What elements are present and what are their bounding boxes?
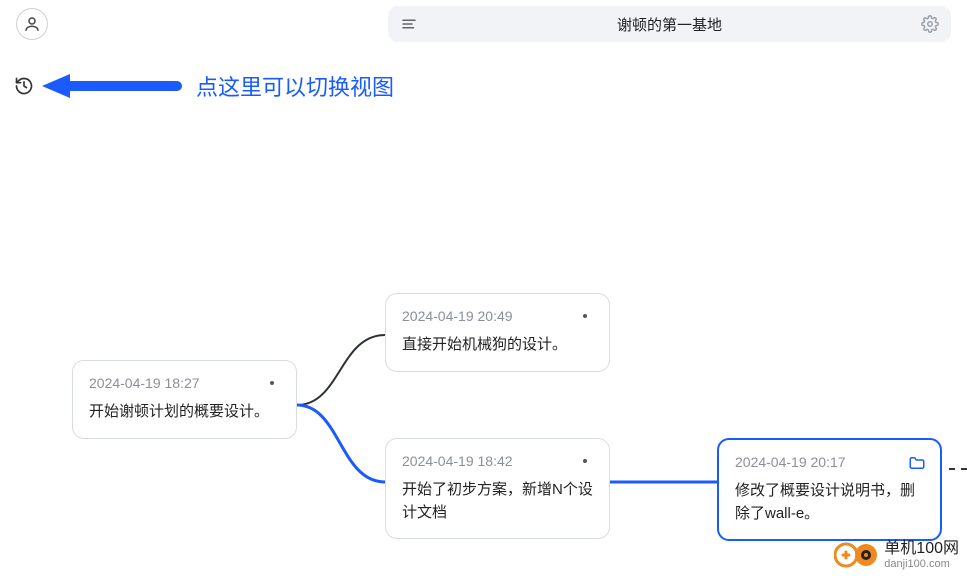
node-content: 开始了初步方案，新增N个设计文档: [402, 479, 593, 524]
folder-icon: [908, 454, 926, 472]
list-icon: [400, 15, 418, 33]
hint-text: 点这里可以切换视图: [196, 70, 394, 102]
node-content: 开始谢顿计划的概要设计。: [89, 401, 280, 424]
continuation-indicator: [949, 468, 967, 470]
history-icon: [14, 76, 34, 96]
person-icon: [23, 15, 41, 33]
watermark-logo-icon: [834, 541, 878, 569]
node-content: 修改了概要设计说明书，删除了wall-e。: [735, 480, 924, 525]
avatar-button[interactable]: [16, 8, 48, 40]
node-menu-dot[interactable]: [583, 459, 587, 463]
timeline-node-selected[interactable]: 2024-04-19 20:17 修改了概要设计说明书，删除了wall-e。: [717, 438, 942, 541]
node-timestamp: 2024-04-19 18:42: [402, 453, 593, 469]
open-folder-button[interactable]: [908, 454, 926, 477]
gear-icon: [921, 15, 939, 33]
title-bar[interactable]: 谢顿的第一基地: [388, 6, 951, 42]
watermark: 单机100网 danji100.com: [834, 540, 959, 570]
settings-button[interactable]: [921, 15, 939, 33]
history-view-button[interactable]: [14, 76, 34, 96]
node-menu-dot[interactable]: [270, 381, 274, 385]
node-timestamp: 2024-04-19 20:17: [735, 454, 924, 470]
document-title: 谢顿的第一基地: [400, 14, 939, 35]
watermark-title: 单机100网: [884, 540, 959, 558]
timeline-node-branch-bottom[interactable]: 2024-04-19 18:42 开始了初步方案，新增N个设计文档: [385, 438, 610, 539]
node-content: 直接开始机械狗的设计。: [402, 334, 593, 357]
node-timestamp: 2024-04-19 18:27: [89, 375, 280, 391]
timeline-node-branch-top[interactable]: 2024-04-19 20:49 直接开始机械狗的设计。: [385, 293, 610, 372]
watermark-subtitle: danji100.com: [884, 558, 959, 570]
node-timestamp: 2024-04-19 20:49: [402, 308, 593, 324]
timeline-node-root[interactable]: 2024-04-19 18:27 开始谢顿计划的概要设计。: [72, 360, 297, 439]
node-menu-dot[interactable]: [583, 314, 587, 318]
list-toggle-button[interactable]: [400, 15, 418, 33]
hint-arrow-icon: [42, 72, 182, 100]
